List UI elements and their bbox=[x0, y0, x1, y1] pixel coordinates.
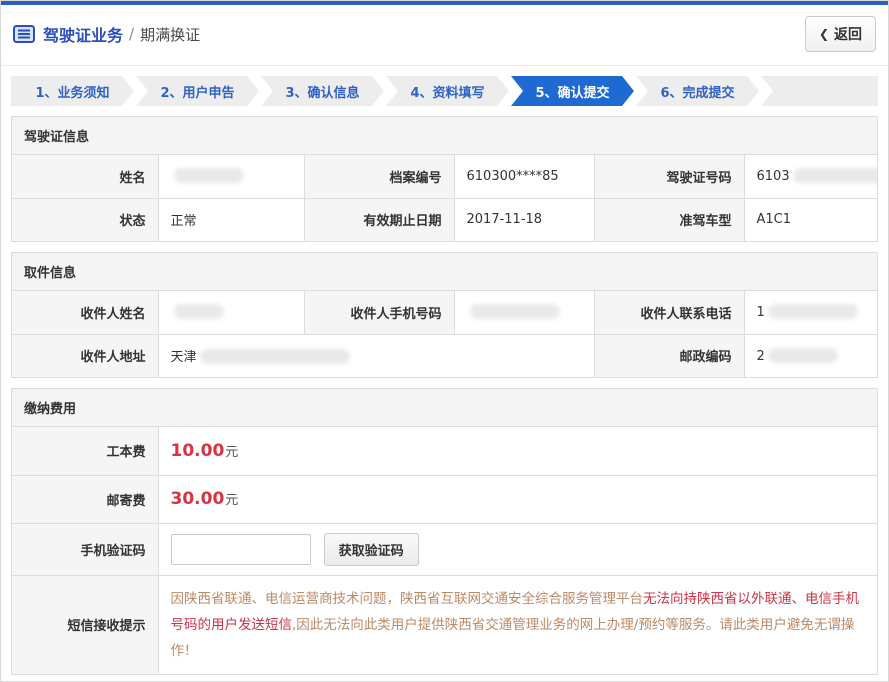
work-fee-value: 10.00元 bbox=[158, 427, 877, 475]
expiry-label: 有效期止日期 bbox=[304, 198, 454, 241]
recipient-mobile-value bbox=[454, 291, 594, 334]
pickup-info-table: 收件人姓名 收件人手机号码 收件人联系电话 1 收件人地址 天津 邮政编码 2 bbox=[12, 291, 877, 377]
work-fee-label: 工本费 bbox=[12, 427, 158, 475]
fees-table: 工本费 10.00元 邮寄费 30.00元 手机验证码 获取验证码 短信接收提示… bbox=[12, 427, 877, 674]
redaction-smudge bbox=[174, 168, 244, 183]
table-row: 收件人姓名 收件人手机号码 收件人联系电话 1 bbox=[12, 291, 877, 334]
recipient-name-label: 收件人姓名 bbox=[12, 291, 158, 334]
title-group: 驾驶证业务 / 期满换证 bbox=[13, 22, 200, 46]
header: 驾驶证业务 / 期满换证 ❮ 返回 bbox=[1, 5, 888, 66]
sms-tip-part1: 因陕西省联通、电信运营商技术问题，陕西省互联网交通安全综合服务管理平台 bbox=[171, 591, 644, 607]
redaction-smudge bbox=[793, 168, 877, 183]
work-fee-unit: 元 bbox=[225, 445, 238, 460]
sms-tip-text: 因陕西省联通、电信运营商技术问题，陕西省互联网交通安全综合服务管理平台无法向持陕… bbox=[158, 575, 877, 674]
back-button[interactable]: ❮ 返回 bbox=[805, 16, 876, 52]
sms-tip-label: 短信接收提示 bbox=[12, 575, 158, 674]
redaction-smudge bbox=[174, 304, 224, 319]
title-divider: / bbox=[129, 25, 134, 43]
recipient-phone-value: 1 bbox=[744, 291, 877, 334]
recipient-address-label: 收件人地址 bbox=[12, 334, 158, 377]
expiry-value: 2017-11-18 bbox=[454, 198, 594, 241]
table-row: 姓名 档案编号 610300****85 驾驶证号码 6103 bbox=[12, 155, 877, 198]
file-no-value: 610300****85 bbox=[454, 155, 594, 198]
license-no-value: 6103 bbox=[744, 155, 877, 198]
recipient-phone-label: 收件人联系电话 bbox=[594, 291, 744, 334]
work-fee-amount: 10.00 bbox=[171, 441, 225, 461]
step-progress-bar: 1、业务须知 2、用户申告 3、确认信息 4、资料填写 5、确认提交 6、完成提… bbox=[11, 76, 878, 106]
table-row: 状态 正常 有效期止日期 2017-11-18 准驾车型 A1C1 bbox=[12, 198, 877, 241]
license-info-section: 驾驶证信息 姓名 档案编号 610300****85 驾驶证号码 6103 状态… bbox=[11, 116, 878, 242]
sms-code-label: 手机验证码 bbox=[12, 523, 158, 575]
mail-fee-unit: 元 bbox=[225, 493, 238, 508]
fees-section: 缴纳费用 工本费 10.00元 邮寄费 30.00元 手机验证码 获取验证码 短… bbox=[11, 388, 878, 675]
status-label: 状态 bbox=[12, 198, 158, 241]
recipient-mobile-label: 收件人手机号码 bbox=[304, 291, 454, 334]
table-row: 手机验证码 获取验证码 bbox=[12, 523, 877, 575]
page-title: 驾驶证业务 bbox=[43, 22, 123, 46]
step-1-business-notice[interactable]: 1、业务须知 bbox=[11, 76, 134, 106]
pickup-section-title: 取件信息 bbox=[12, 253, 877, 291]
sms-code-input[interactable] bbox=[171, 534, 311, 565]
status-value: 正常 bbox=[158, 198, 304, 241]
file-no-label: 档案编号 bbox=[304, 155, 454, 198]
page-subtitle: 期满换证 bbox=[140, 24, 200, 45]
vehicle-class-label: 准驾车型 bbox=[594, 198, 744, 241]
back-chevron-icon: ❮ bbox=[819, 27, 829, 41]
table-row: 邮寄费 30.00元 bbox=[12, 475, 877, 523]
table-row: 收件人地址 天津 邮政编码 2 bbox=[12, 334, 877, 377]
table-row: 短信接收提示 因陕西省联通、电信运营商技术问题，陕西省互联网交通安全综合服务管理… bbox=[12, 575, 877, 674]
recipient-address-value: 天津 bbox=[158, 334, 594, 377]
license-list-icon bbox=[13, 25, 35, 43]
postal-code-value: 2 bbox=[744, 334, 877, 377]
page: 驾驶证业务 / 期满换证 ❮ 返回 1、业务须知 2、用户申告 3、确认信息 4… bbox=[0, 0, 889, 682]
step-bar-filler bbox=[761, 76, 878, 106]
mail-fee-label: 邮寄费 bbox=[12, 475, 158, 523]
recipient-name-value bbox=[158, 291, 304, 334]
get-code-button[interactable]: 获取验证码 bbox=[324, 533, 419, 566]
license-no-label: 驾驶证号码 bbox=[594, 155, 744, 198]
vehicle-class-value: A1C1 bbox=[744, 198, 877, 241]
pickup-info-section: 取件信息 收件人姓名 收件人手机号码 收件人联系电话 1 收件人地址 天津 邮政… bbox=[11, 252, 878, 378]
mail-fee-amount: 30.00 bbox=[171, 489, 225, 509]
license-info-table: 姓名 档案编号 610300****85 驾驶证号码 6103 状态 正常 有效… bbox=[12, 155, 877, 241]
table-row: 工本费 10.00元 bbox=[12, 427, 877, 475]
postal-code-label: 邮政编码 bbox=[594, 334, 744, 377]
redaction-smudge bbox=[768, 348, 838, 363]
name-value bbox=[158, 155, 304, 198]
step-4-fill-material[interactable]: 4、资料填写 bbox=[386, 76, 509, 106]
redaction-smudge bbox=[470, 304, 560, 319]
step-5-confirm-submit[interactable]: 5、确认提交 bbox=[511, 76, 634, 106]
mail-fee-value: 30.00元 bbox=[158, 475, 877, 523]
license-section-title: 驾驶证信息 bbox=[12, 117, 877, 155]
step-3-confirm-info[interactable]: 3、确认信息 bbox=[261, 76, 384, 106]
step-6-finish-submit[interactable]: 6、完成提交 bbox=[636, 76, 759, 106]
back-button-label: 返回 bbox=[834, 24, 862, 44]
fees-section-title: 缴纳费用 bbox=[12, 389, 877, 427]
redaction-smudge bbox=[200, 349, 350, 364]
redaction-smudge bbox=[768, 304, 858, 319]
name-label: 姓名 bbox=[12, 155, 158, 198]
sms-code-cell: 获取验证码 bbox=[158, 523, 877, 575]
step-2-user-declaration[interactable]: 2、用户申告 bbox=[136, 76, 259, 106]
